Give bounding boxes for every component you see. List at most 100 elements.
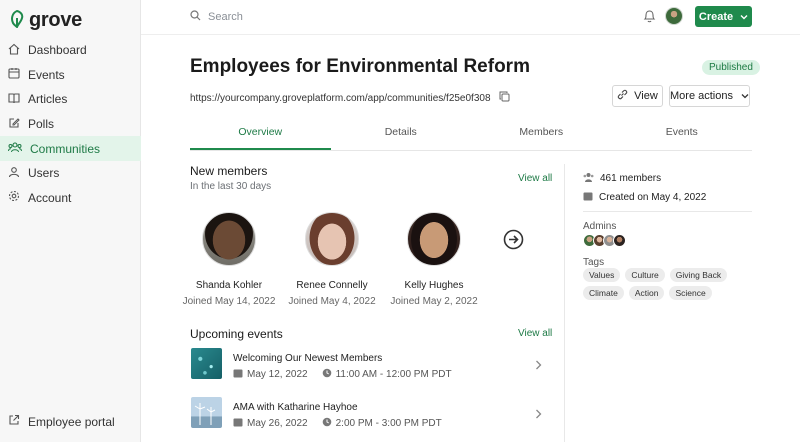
calendar-icon bbox=[233, 368, 243, 381]
people-icon bbox=[583, 172, 594, 185]
book-icon bbox=[8, 92, 28, 107]
copy-icon[interactable] bbox=[499, 91, 510, 105]
event-thumbnail bbox=[191, 397, 222, 428]
divider bbox=[583, 211, 752, 212]
user-avatar[interactable] bbox=[665, 7, 683, 25]
member-name: Kelly Hughes bbox=[404, 280, 464, 291]
member-name: Shanda Kohler bbox=[195, 280, 263, 291]
edit-icon bbox=[8, 117, 28, 132]
member-card[interactable]: Kelly Hughes Joined May 2, 2022 bbox=[384, 212, 484, 307]
sidebar-item-users[interactable]: Users bbox=[0, 161, 141, 186]
bell-icon[interactable] bbox=[643, 9, 656, 26]
community-url: https://yourcompany.groveplatform.com/ap… bbox=[190, 91, 510, 105]
link-icon bbox=[617, 89, 628, 103]
clock-icon bbox=[322, 368, 332, 381]
created-date-text: Created on May 4, 2022 bbox=[599, 192, 707, 203]
sidebar-item-dashboard[interactable]: Dashboard bbox=[0, 38, 141, 63]
sidebar-item-communities[interactable]: Communities bbox=[0, 136, 141, 161]
upcoming-events-view-all-link[interactable]: View all bbox=[518, 328, 552, 339]
column-divider bbox=[564, 164, 565, 442]
member-avatar bbox=[407, 212, 461, 266]
member-name: Renee Connelly bbox=[296, 280, 368, 291]
member-joined-date: Joined May 14, 2022 bbox=[182, 296, 276, 307]
user-icon bbox=[8, 166, 28, 181]
event-row[interactable]: Welcoming Our Newest Members May 12, 202… bbox=[190, 348, 545, 381]
chevron-right-icon bbox=[535, 408, 542, 422]
gear-icon bbox=[8, 190, 28, 205]
more-actions-button[interactable]: More actions bbox=[669, 85, 750, 107]
sidebar-item-account[interactable]: Account bbox=[0, 186, 141, 211]
tag-chip[interactable]: Values bbox=[583, 268, 621, 282]
create-button[interactable]: Create bbox=[695, 6, 752, 27]
sidebar-item-events[interactable]: Events bbox=[0, 63, 141, 88]
create-button-label: Create bbox=[698, 10, 734, 23]
sidebar-item-articles[interactable]: Articles bbox=[0, 87, 141, 112]
sidebar-item-label: Polls bbox=[28, 117, 55, 132]
event-date: May 26, 2022 bbox=[247, 418, 308, 429]
search-icon bbox=[190, 10, 208, 24]
search-input[interactable] bbox=[208, 11, 508, 23]
admin-avatar[interactable] bbox=[613, 234, 626, 247]
tag-chip[interactable]: Action bbox=[628, 286, 665, 300]
employee-portal-label: Employee portal bbox=[28, 414, 115, 429]
sidebar: grove Dashboard Events Articles Polls Co… bbox=[0, 0, 141, 442]
top-bar: Create bbox=[141, 0, 800, 35]
search-bar bbox=[190, 10, 508, 24]
tags-list: Values Culture Giving Back Climate Actio… bbox=[583, 268, 753, 300]
sidebar-nav: Dashboard Events Articles Polls Communit… bbox=[0, 38, 141, 210]
sidebar-item-label: Users bbox=[28, 166, 60, 181]
admins-avatars bbox=[583, 234, 626, 247]
event-meta: May 12, 2022 11:00 AM - 12:00 PM PDT bbox=[233, 368, 452, 381]
members-count: 461 members bbox=[583, 172, 661, 185]
chevron-right-icon bbox=[535, 359, 542, 373]
sidebar-item-label: Dashboard bbox=[28, 43, 87, 58]
sidebar-item-label: Articles bbox=[28, 92, 68, 107]
arrow-right-circle-icon[interactable] bbox=[503, 229, 524, 253]
home-icon bbox=[8, 43, 28, 58]
brand-name: grove bbox=[29, 9, 82, 31]
community-url-text: https://yourcompany.groveplatform.com/ap… bbox=[190, 92, 491, 104]
chevron-down-icon bbox=[741, 90, 749, 102]
members-count-text: 461 members bbox=[600, 173, 662, 184]
tab-bar: Overview Details Members Events bbox=[190, 118, 752, 151]
tag-chip[interactable]: Climate bbox=[583, 286, 624, 300]
member-joined-date: Joined May 2, 2022 bbox=[390, 296, 478, 307]
employee-portal-link[interactable]: Employee portal bbox=[8, 414, 115, 429]
event-thumbnail bbox=[191, 348, 222, 379]
calendar-icon bbox=[233, 417, 243, 430]
tab-events[interactable]: Events bbox=[612, 118, 753, 150]
tab-details[interactable]: Details bbox=[331, 118, 472, 150]
tag-chip[interactable]: Science bbox=[669, 286, 712, 300]
sidebar-item-label: Account bbox=[28, 190, 72, 205]
sidebar-item-polls[interactable]: Polls bbox=[0, 112, 141, 137]
event-time: 11:00 AM - 12:00 PM PDT bbox=[335, 369, 452, 380]
grove-logo[interactable]: grove bbox=[9, 9, 82, 32]
clock-icon bbox=[322, 417, 332, 430]
new-members-subtitle: In the last 30 days bbox=[190, 181, 272, 192]
event-time: 2:00 PM - 3:00 PM PDT bbox=[335, 418, 442, 429]
tag-chip[interactable]: Culture bbox=[625, 268, 665, 282]
view-button[interactable]: View bbox=[612, 85, 663, 107]
external-link-icon bbox=[8, 414, 28, 429]
member-card[interactable]: Renee Connelly Joined May 4, 2022 bbox=[282, 212, 382, 307]
event-date: May 12, 2022 bbox=[247, 369, 308, 380]
created-date: Created on May 4, 2022 bbox=[583, 191, 706, 204]
new-members-view-all-link[interactable]: View all bbox=[518, 173, 552, 184]
member-avatar bbox=[305, 212, 359, 266]
event-row[interactable]: AMA with Katharine Hayhoe May 26, 2022 2… bbox=[190, 397, 545, 430]
tag-chip[interactable]: Giving Back bbox=[669, 268, 728, 282]
more-actions-label: More actions bbox=[670, 90, 733, 102]
event-title: AMA with Katharine Hayhoe bbox=[233, 402, 358, 413]
sidebar-item-label: Events bbox=[28, 67, 65, 82]
tab-members[interactable]: Members bbox=[471, 118, 612, 150]
calendar-icon bbox=[8, 67, 28, 82]
event-meta: May 26, 2022 2:00 PM - 3:00 PM PDT bbox=[233, 417, 442, 430]
tags-label: Tags bbox=[583, 257, 605, 268]
calendar-icon bbox=[583, 191, 593, 204]
people-icon bbox=[8, 141, 30, 156]
admins-label: Admins bbox=[583, 221, 617, 232]
member-card[interactable]: Shanda Kohler Joined May 14, 2022 bbox=[179, 212, 279, 307]
member-avatar bbox=[202, 212, 256, 266]
view-button-label: View bbox=[634, 90, 658, 102]
tab-overview[interactable]: Overview bbox=[190, 118, 331, 150]
